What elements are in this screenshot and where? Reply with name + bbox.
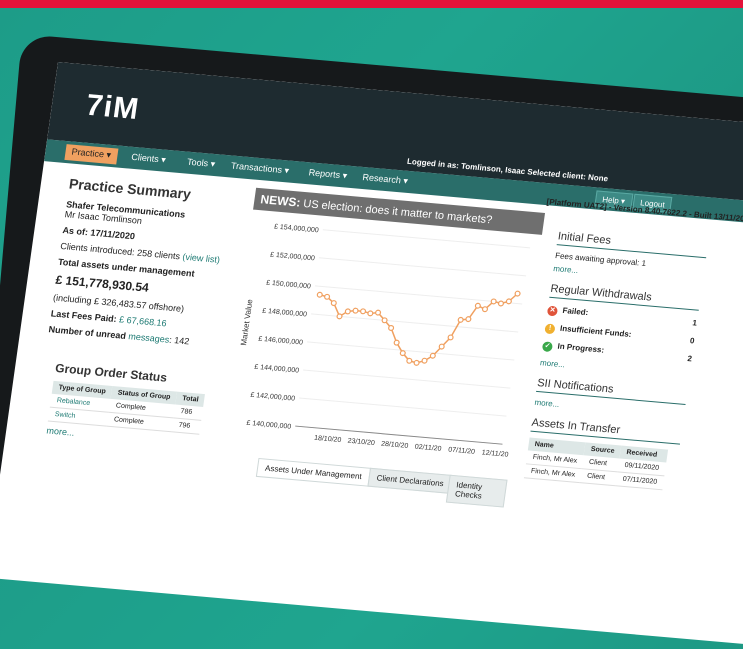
logo: 7iM xyxy=(83,88,142,127)
unread-label: Number of unread xyxy=(47,324,127,341)
data-point xyxy=(324,293,331,300)
data-point xyxy=(344,308,351,315)
progress-count: 2 xyxy=(686,354,693,364)
x-icon: ✕ xyxy=(546,305,559,317)
data-point xyxy=(514,290,521,297)
x-tick-label: 02/11/20 xyxy=(414,444,442,453)
messages-link[interactable]: messages xyxy=(128,331,170,344)
last-fees-label: Last Fees Paid: xyxy=(50,308,118,325)
data-point xyxy=(336,313,343,320)
x-tick-label: 28/10/20 xyxy=(381,441,409,450)
app-screen: 7iM Practice ▾ Clients ▾ Tools ▾ Transac… xyxy=(0,62,743,649)
view-list-link[interactable]: (view list) xyxy=(182,252,221,265)
y-tick-label: £ 140,000,000 xyxy=(246,420,292,431)
x-tick-label: 12/11/20 xyxy=(481,449,509,458)
data-point xyxy=(465,316,472,323)
data-point xyxy=(481,306,488,313)
transfer-source: Client xyxy=(580,468,618,486)
data-point xyxy=(406,357,413,364)
data-point xyxy=(505,298,512,305)
series-line xyxy=(319,293,519,364)
data-point xyxy=(399,350,406,357)
laptop: 7iM Practice ▾ Clients ▾ Tools ▾ Transac… xyxy=(0,0,743,649)
data-point xyxy=(429,352,436,359)
progress-label: In Progress: xyxy=(556,341,605,355)
nav-clients[interactable]: Clients ▾ xyxy=(124,149,173,169)
insufficient-count: 0 xyxy=(689,336,696,346)
y-tick-label: £ 148,000,000 xyxy=(262,308,308,319)
data-point xyxy=(381,317,388,324)
transfer-received: 07/11/2020 xyxy=(615,471,665,490)
warning-icon: ! xyxy=(544,323,556,335)
data-point xyxy=(421,357,428,364)
grid-line xyxy=(303,369,511,389)
y-tick-label: £ 146,000,000 xyxy=(258,336,304,347)
tab-identity-checks[interactable]: Identity Checks xyxy=(445,474,508,508)
grid-line xyxy=(322,229,531,249)
data-point xyxy=(367,310,374,317)
nav-reports[interactable]: Reports ▾ xyxy=(301,165,354,185)
data-point xyxy=(352,307,359,314)
x-tick-label: 23/10/20 xyxy=(347,438,375,447)
nav-practice[interactable]: Practice ▾ xyxy=(64,144,118,165)
data-point xyxy=(413,359,420,366)
data-point xyxy=(330,300,337,307)
insufficient-label: Insufficient Funds: xyxy=(559,323,633,339)
data-point xyxy=(474,302,481,309)
news-label: NEWS: xyxy=(259,192,302,210)
unread-count: : 142 xyxy=(168,334,190,347)
data-point xyxy=(447,334,454,341)
data-point xyxy=(316,291,323,298)
y-tick-label: £ 142,000,000 xyxy=(250,392,296,403)
x-tick-label: 18/10/20 xyxy=(314,435,342,444)
tab-client-declarations[interactable]: Client Declarations xyxy=(367,467,453,494)
y-tick-label: £ 154,000,000 xyxy=(274,223,320,234)
data-point xyxy=(360,308,367,315)
grid-line xyxy=(299,397,507,417)
grid-line xyxy=(318,257,527,277)
y-tick-label: £ 144,000,000 xyxy=(254,364,300,375)
data-point xyxy=(490,298,497,305)
x-tick-label: 07/11/20 xyxy=(448,447,476,456)
transfer-table: Name Source Received Finch, Mr Alex Clie… xyxy=(523,437,668,491)
right-panel: Initial Fees Fees awaiting approval: 1 m… xyxy=(523,220,710,491)
data-point xyxy=(497,300,504,307)
data-point xyxy=(438,343,445,350)
data-point xyxy=(457,316,464,323)
grid-line xyxy=(307,341,515,361)
y-axis-label: Market Value xyxy=(239,298,255,345)
failed-count: 1 xyxy=(691,318,698,328)
y-tick-label: £ 152,000,000 xyxy=(270,252,316,263)
check-icon: ✓ xyxy=(541,341,554,353)
market-value-chart: £ 154,000,000 £ 152,000,000 £ 150,000,000 £… xyxy=(239,223,531,459)
data-point xyxy=(375,309,382,316)
tab-assets-under-management[interactable]: Assets Under Management xyxy=(255,457,372,487)
y-tick-label: £ 150,000,000 xyxy=(266,280,312,291)
failed-label: Failed: xyxy=(561,305,589,318)
nav-research[interactable]: Research ▾ xyxy=(355,170,415,191)
group-total: 796 xyxy=(171,417,202,435)
nav-tools[interactable]: Tools ▾ xyxy=(180,154,222,173)
nav-transactions[interactable]: Transactions ▾ xyxy=(224,158,296,180)
center-panel: [Platform UAT2] - Version 8.40.7622.2 - … xyxy=(216,187,743,508)
last-fees-value[interactable]: £ 67,668.16 xyxy=(119,314,168,328)
data-point xyxy=(393,339,400,346)
data-point xyxy=(388,324,395,331)
practice-summary-panel: Practice Summary Shafer Telecommunicatio… xyxy=(33,176,239,454)
